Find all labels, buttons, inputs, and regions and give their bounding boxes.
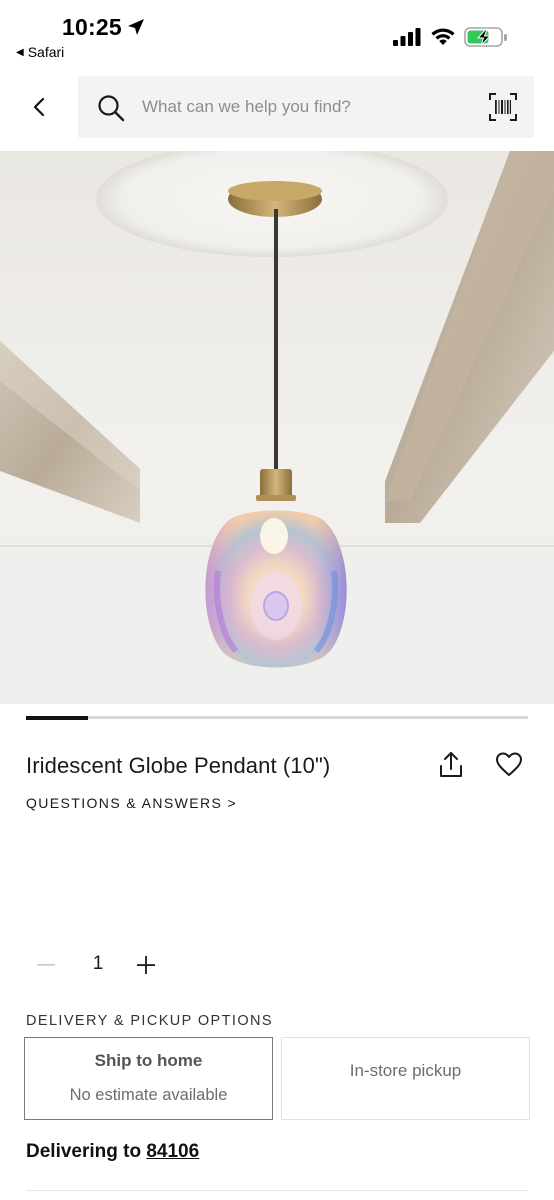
back-button[interactable] xyxy=(22,90,56,124)
delivery-options-heading: DELIVERY & PICKUP OPTIONS xyxy=(26,1013,273,1029)
wifi-icon xyxy=(431,28,455,45)
plus-icon xyxy=(137,956,155,974)
search-box[interactable] xyxy=(78,76,534,138)
product-title: Iridescent Globe Pendant (10") xyxy=(26,753,331,778)
in-store-pickup-option[interactable]: In-store pickup xyxy=(281,1037,530,1120)
delivering-to-text: Delivering to 84106 xyxy=(26,1141,199,1163)
chevron-left-icon xyxy=(33,97,45,117)
quantity-stepper: 1 xyxy=(26,950,176,980)
search-input[interactable] xyxy=(142,92,472,122)
minus-icon xyxy=(37,964,55,966)
location-arrow-icon xyxy=(128,19,144,35)
delivery-zip-link[interactable]: 84106 xyxy=(146,1141,199,1162)
section-divider xyxy=(26,1190,528,1191)
back-app-label: Safari xyxy=(27,44,65,60)
ship-to-home-estimate: No estimate available xyxy=(69,1086,228,1104)
back-to-app-link[interactable]: ◀ Safari xyxy=(16,44,64,60)
share-icon[interactable] xyxy=(437,750,465,780)
top-nav xyxy=(0,76,554,138)
cellular-signal-icon xyxy=(393,28,421,46)
product-image[interactable] xyxy=(0,151,554,704)
quantity-decrease-button[interactable] xyxy=(34,950,58,980)
status-time: 10:25 xyxy=(62,14,122,40)
pendant-lamp-photo xyxy=(0,151,554,704)
status-bar: 10:25 ◀ Safari xyxy=(0,0,554,70)
carousel-active-segment xyxy=(26,715,88,720)
ship-to-home-option[interactable]: Ship to home No estimate available xyxy=(24,1037,273,1120)
battery-charging-icon xyxy=(464,27,507,47)
barcode-scan-icon[interactable] xyxy=(488,92,518,122)
back-triangle-icon: ◀ xyxy=(16,46,24,58)
quantity-value: 1 xyxy=(92,953,104,974)
delivering-label: Delivering to xyxy=(26,1141,142,1162)
quantity-increase-button[interactable] xyxy=(134,950,158,980)
ship-to-home-title: Ship to home xyxy=(94,1051,203,1070)
search-icon xyxy=(98,95,125,122)
heart-icon[interactable] xyxy=(495,751,523,779)
in-store-pickup-title: In-store pickup xyxy=(349,1061,462,1080)
image-carousel-indicator[interactable] xyxy=(26,715,528,720)
questions-answers-link[interactable]: QUESTIONS & ANSWERS > xyxy=(26,795,237,811)
